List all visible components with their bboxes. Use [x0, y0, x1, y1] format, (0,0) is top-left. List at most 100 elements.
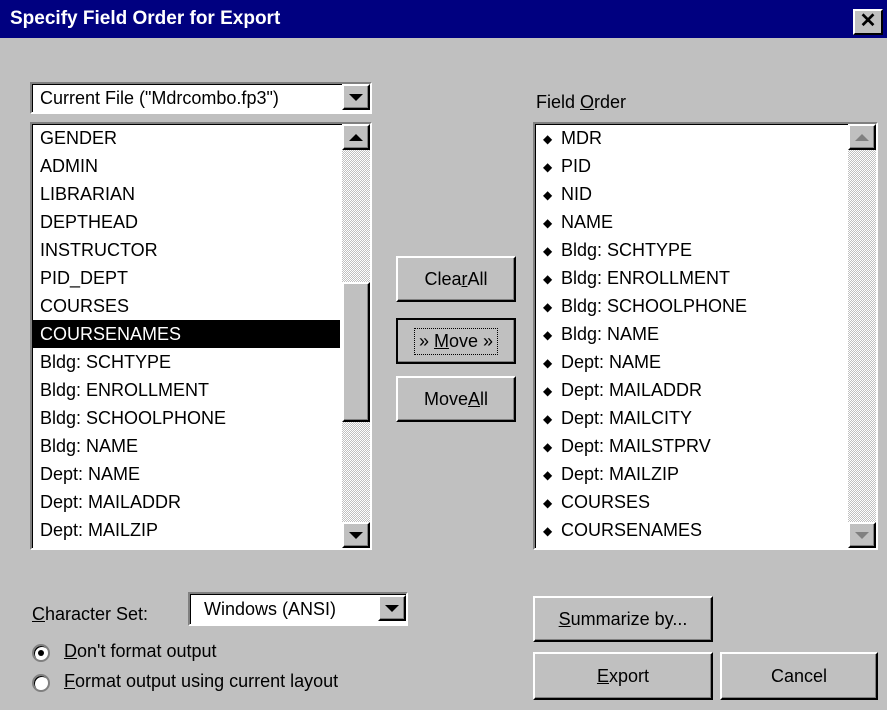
character-set-value: Windows (ANSI)	[204, 599, 337, 619]
list-item[interactable]: DEPTHEAD	[32, 208, 342, 236]
move-all-label: Move	[423, 388, 468, 409]
character-set-hotkey: C	[32, 604, 45, 624]
field-order-scrollbar[interactable]	[848, 124, 876, 548]
summarize-by-button[interactable]: Summarize by...	[533, 596, 713, 642]
character-set-label-text: haracter Set:	[45, 604, 149, 624]
move-handle-icon[interactable]: ◆	[543, 153, 553, 181]
scroll-up-button[interactable]	[848, 124, 876, 150]
source-dropdown-arrow[interactable]	[342, 84, 370, 110]
list-item[interactable]: Bldg: SCHTYPE	[32, 348, 342, 376]
source-field-rows: GENDER ADMIN LIBRARIAN DEPTHEAD INSTRUCT…	[32, 124, 342, 544]
list-item[interactable]: ◆ Bldg: SCHOOLPHONE	[535, 292, 847, 320]
list-item[interactable]: ◆ MDR	[535, 124, 847, 152]
move-handle-icon[interactable]: ◆	[543, 349, 553, 377]
character-set-dropdown[interactable]: Windows (ANSI)	[188, 592, 408, 626]
list-item[interactable]: Bldg: ENROLLMENT	[32, 376, 342, 404]
list-item[interactable]: Bldg: NAME	[32, 432, 342, 460]
list-item[interactable]: ◆ Dept: MAILZIP	[535, 460, 847, 488]
move-all-button[interactable]: Move All	[396, 376, 516, 422]
option-format-layout-label: Format output using current layout	[64, 671, 338, 692]
option-format-layout[interactable]: Format output using current layout	[30, 670, 390, 696]
cancel-button[interactable]: Cancel	[720, 652, 878, 700]
field-order-rows: ◆ MDR ◆ PID ◆ NID ◆ NAME ◆ Bldg: SCHTYPE ◆ Bld…	[535, 124, 847, 544]
field-name: Dept: MAILSTPRV	[561, 436, 711, 456]
move-handle-icon[interactable]: ◆	[543, 517, 553, 545]
list-item[interactable]: Dept: NAME	[32, 460, 342, 488]
scroll-down-button[interactable]	[848, 522, 876, 548]
source-file-dropdown[interactable]: Current File ("Mdrcombo.fp3")	[30, 82, 372, 114]
scroll-thumb[interactable]	[342, 282, 370, 422]
list-item-selected[interactable]: COURSENAMES	[32, 320, 340, 348]
list-item[interactable]: ◆ Dept: NAME	[535, 348, 847, 376]
list-item[interactable]: ◆ NAME	[535, 208, 847, 236]
clear-all-button[interactable]: Clea r All	[396, 256, 516, 302]
move-handle-icon[interactable]: ◆	[543, 377, 553, 405]
list-item[interactable]: ◆ Bldg: SCHTYPE	[535, 236, 847, 264]
move-button[interactable]: » Move »	[396, 318, 516, 364]
list-item[interactable]: ◆ COURSENAMES	[535, 516, 847, 544]
field-name: Dept: MAILADDR	[561, 380, 703, 400]
field-order-list[interactable]: ◆ MDR ◆ PID ◆ NID ◆ NAME ◆ Bldg: SCHTYPE ◆ Bld…	[533, 122, 878, 550]
move-hotkey: M	[433, 330, 449, 351]
move-handle-icon[interactable]: ◆	[543, 433, 553, 461]
move-label-rest: ove »	[448, 330, 494, 351]
move-handle-icon[interactable]: ◆	[543, 209, 553, 237]
list-item[interactable]: Bldg: SCHOOLPHONE	[32, 404, 342, 432]
list-item[interactable]: Dept: MAILADDR	[32, 488, 342, 516]
arrow-up-icon	[855, 133, 869, 141]
radio-button[interactable]	[32, 674, 50, 692]
field-name: MDR	[561, 128, 602, 148]
cancel-label: Cancel	[770, 665, 828, 686]
move-handle-icon[interactable]: ◆	[543, 461, 553, 489]
source-scrollbar[interactable]	[342, 124, 370, 548]
list-item[interactable]: GENDER	[32, 124, 342, 152]
option-dont-format[interactable]: Don't format output	[30, 640, 370, 666]
option-dont-format-hotkey: D	[64, 641, 77, 661]
radio-button-checked[interactable]	[32, 644, 50, 662]
move-handle-icon[interactable]: ◆	[543, 293, 553, 321]
move-handle-icon[interactable]: ◆	[543, 237, 553, 265]
field-order-label-pre: Field	[536, 92, 581, 112]
arrow-down-icon	[349, 531, 363, 539]
list-item[interactable]: ◆ Bldg: NAME	[535, 320, 847, 348]
list-item[interactable]: ◆ Dept: MAILCITY	[535, 404, 847, 432]
export-button[interactable]: Export	[533, 652, 713, 700]
list-item[interactable]: ◆ PID	[535, 152, 847, 180]
summarize-hotkey: S	[558, 608, 571, 629]
list-item[interactable]: ADMIN	[32, 152, 342, 180]
list-item[interactable]: ◆ COURSES	[535, 488, 847, 516]
move-focus-ring: » Move »	[413, 327, 499, 355]
source-field-list[interactable]: GENDER ADMIN LIBRARIAN DEPTHEAD INSTRUCT…	[30, 122, 372, 550]
arrow-down-icon	[855, 531, 869, 539]
character-set-dropdown-arrow[interactable]	[378, 595, 406, 621]
list-item[interactable]: LIBRARIAN	[32, 180, 342, 208]
scroll-up-button[interactable]	[342, 124, 370, 150]
field-order-hotkey: O	[580, 92, 595, 112]
field-name: COURSENAMES	[561, 520, 703, 540]
list-item[interactable]: INSTRUCTOR	[32, 236, 342, 264]
option-dont-format-text: on't format output	[77, 641, 217, 661]
move-handle-icon[interactable]: ◆	[543, 321, 553, 349]
field-name: Dept: MAILCITY	[561, 408, 693, 428]
list-item[interactable]: ◆ NID	[535, 180, 847, 208]
list-item[interactable]: ◆ Dept: MAILADDR	[535, 376, 847, 404]
field-name: Bldg: SCHTYPE	[561, 240, 693, 260]
move-handle-icon[interactable]: ◆	[543, 489, 553, 517]
move-handle-icon[interactable]: ◆	[543, 125, 553, 153]
field-name: COURSES	[561, 492, 651, 512]
list-item[interactable]: PID_DEPT	[32, 264, 342, 292]
move-all-label-rest: ll	[480, 388, 489, 409]
scroll-down-button[interactable]	[342, 522, 370, 548]
list-item[interactable]: ◆ Dept: MAILSTPRV	[535, 432, 847, 460]
field-name: NID	[561, 184, 592, 204]
move-handle-icon[interactable]: ◆	[543, 181, 553, 209]
list-item[interactable]: Dept: MAILZIP	[32, 516, 342, 544]
field-name: PID	[561, 156, 592, 176]
chevron-down-icon	[385, 604, 399, 612]
close-button[interactable]: ✕	[853, 9, 883, 35]
list-item[interactable]: COURSES	[32, 292, 342, 320]
move-handle-icon[interactable]: ◆	[543, 265, 553, 293]
list-item[interactable]: ◆ Bldg: ENROLLMENT	[535, 264, 847, 292]
move-handle-icon[interactable]: ◆	[543, 405, 553, 433]
field-order-label-post: rder	[594, 92, 627, 112]
